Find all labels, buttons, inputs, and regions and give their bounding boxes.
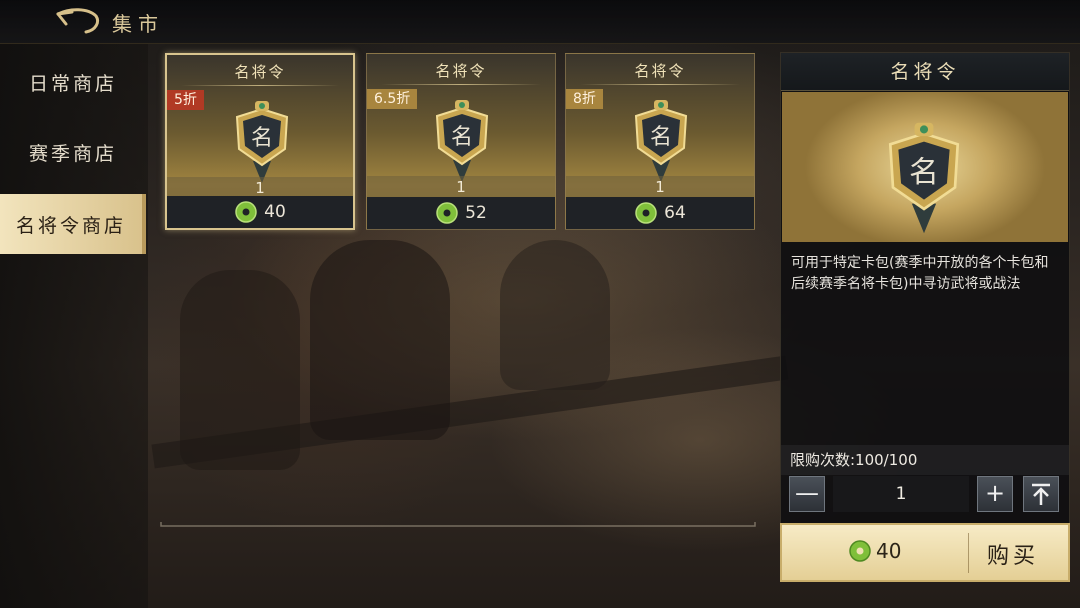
max-quantity-button[interactable] <box>1023 476 1059 512</box>
scene-figure <box>500 240 610 390</box>
decrease-button[interactable]: — <box>789 476 825 512</box>
sidebar-item-daily-shop[interactable]: 日常商店 <box>0 52 146 112</box>
purchase-limit: 限购次数:100/100 <box>781 445 1069 475</box>
price-value: 64 <box>664 203 686 223</box>
jade-coin-icon <box>849 540 871 562</box>
quantity-stepper: — 1 + <box>789 476 1061 512</box>
page-title: 集市 <box>112 12 164 36</box>
shop-sidebar: 日常商店 赛季商店 名将令商店 <box>0 44 148 608</box>
token-icon: 名 <box>435 100 489 182</box>
content-divider <box>160 522 756 527</box>
item-name: 名将令 <box>634 62 686 80</box>
buy-label: 购买 <box>987 544 1040 569</box>
buy-price-value: 40 <box>876 539 902 563</box>
buy-price: 40 <box>848 539 901 563</box>
svg-text:名: 名 <box>650 125 672 150</box>
item-quantity: 1 <box>367 176 555 198</box>
discount-badge: 8折 <box>566 89 603 109</box>
token-icon: 名 <box>235 101 289 183</box>
jade-coin-icon <box>635 202 657 224</box>
price-value: 40 <box>264 202 286 222</box>
shop-item-card[interactable]: 名将令 8折 名 1 64 <box>565 53 755 230</box>
card-divider <box>580 84 740 85</box>
sidebar-item-season-shop[interactable]: 赛季商店 <box>0 122 146 182</box>
increase-button[interactable]: + <box>977 476 1013 512</box>
back-arrow-icon <box>56 8 100 34</box>
scene-table-edge <box>151 355 789 469</box>
item-price: 64 <box>566 197 754 229</box>
jade-coin-icon <box>235 201 257 223</box>
buy-separator <box>968 533 969 573</box>
max-arrow-icon <box>1032 483 1050 505</box>
price-value: 52 <box>465 203 487 223</box>
card-divider <box>181 85 339 86</box>
scene-figure <box>180 270 300 470</box>
item-name: 名将令 <box>234 63 286 81</box>
buy-button[interactable]: 40 购买 <box>780 523 1070 582</box>
item-name: 名将令 <box>435 62 487 80</box>
svg-text:名: 名 <box>451 125 473 150</box>
token-icon: 名 <box>634 100 688 182</box>
shop-item-card[interactable]: 名将令 5折 名 1 40 <box>165 53 355 230</box>
shop-item-card[interactable]: 名将令 6.5折 名 1 52 <box>366 53 556 230</box>
sidebar-item-token-shop[interactable]: 名将令商店 <box>0 194 146 254</box>
item-quantity: 1 <box>566 176 754 198</box>
discount-badge: 5折 <box>167 90 204 110</box>
top-bar: 集市 <box>0 0 1080 44</box>
detail-title: 名将令 <box>781 53 1069 91</box>
item-detail-panel: 名将令 名 可用于特定卡包(赛季中开放的各个卡包和后续赛季名将卡包)中寻访武将或… <box>780 52 1070 582</box>
back-button[interactable] <box>52 6 102 38</box>
token-icon: 名 <box>888 122 960 234</box>
card-divider <box>381 84 541 85</box>
svg-text:名: 名 <box>251 126 273 151</box>
detail-image: 名 <box>782 92 1068 242</box>
svg-text:名: 名 <box>909 154 939 189</box>
item-price: 40 <box>167 196 353 228</box>
discount-badge: 6.5折 <box>367 89 418 109</box>
jade-coin-icon <box>436 202 458 224</box>
scene-figure <box>310 240 450 440</box>
item-price: 52 <box>367 197 555 229</box>
quantity-field[interactable]: 1 <box>833 476 969 512</box>
item-description: 可用于特定卡包(赛季中开放的各个卡包和后续赛季名将卡包)中寻访武将或战法 <box>791 255 1049 292</box>
